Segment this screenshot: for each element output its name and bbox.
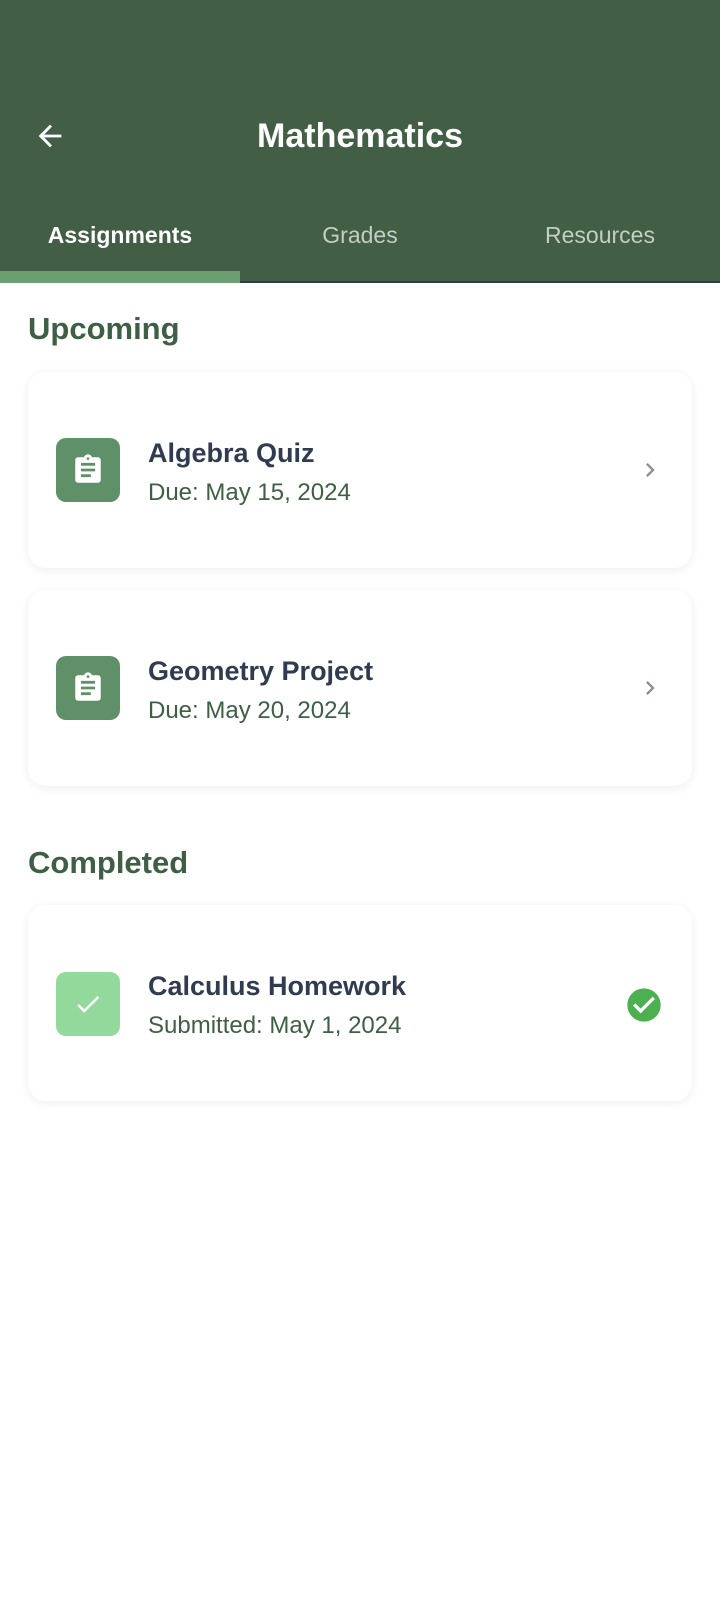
assignment-title: Calculus Homework: [148, 971, 407, 1001]
assignment-submitted-date: Submitted: May 1, 2024: [148, 1012, 402, 1039]
assignment-card-geometry-project[interactable]: Geometry Project Due: May 20, 2024: [28, 590, 692, 786]
assignment-card-calculus-homework[interactable]: Calculus Homework Submitted: May 1, 2024: [28, 905, 692, 1101]
active-tab-indicator: [0, 271, 240, 283]
check-circle-icon: [624, 985, 664, 1025]
assignment-title: Algebra Quiz: [148, 438, 315, 468]
assignment-card-algebra-quiz[interactable]: Algebra Quiz Due: May 15, 2024: [28, 372, 692, 568]
tab-grades[interactable]: Grades: [240, 208, 480, 283]
assignment-due-date: Due: May 15, 2024: [148, 479, 351, 506]
tab-assignments[interactable]: Assignments: [0, 208, 240, 283]
chevron-right-icon: [636, 456, 664, 484]
assignment-title: Geometry Project: [148, 656, 374, 686]
tab-divider: [240, 281, 720, 283]
section-title-upcoming: Upcoming: [28, 311, 180, 346]
tab-bar: Assignments Grades Resources: [0, 208, 720, 283]
chevron-right-icon: [636, 674, 664, 702]
tab-label: Grades: [322, 222, 398, 248]
tab-label: Assignments: [47, 222, 193, 248]
completed-assignment-icon: [56, 972, 120, 1036]
clipboard-icon: [75, 454, 101, 483]
assignment-icon: [56, 656, 120, 720]
tab-label: Resources: [545, 222, 655, 248]
app-header: Mathematics Assignments Grades Resources: [0, 0, 720, 283]
tab-resources[interactable]: Resources: [480, 208, 720, 283]
page-title: Mathematics: [257, 117, 463, 155]
assignment-icon: [56, 438, 120, 502]
clipboard-icon: [75, 672, 101, 701]
check-icon: [77, 995, 100, 1013]
section-title-completed: Completed: [28, 845, 189, 880]
assignment-due-date: Due: May 20, 2024: [148, 697, 351, 724]
